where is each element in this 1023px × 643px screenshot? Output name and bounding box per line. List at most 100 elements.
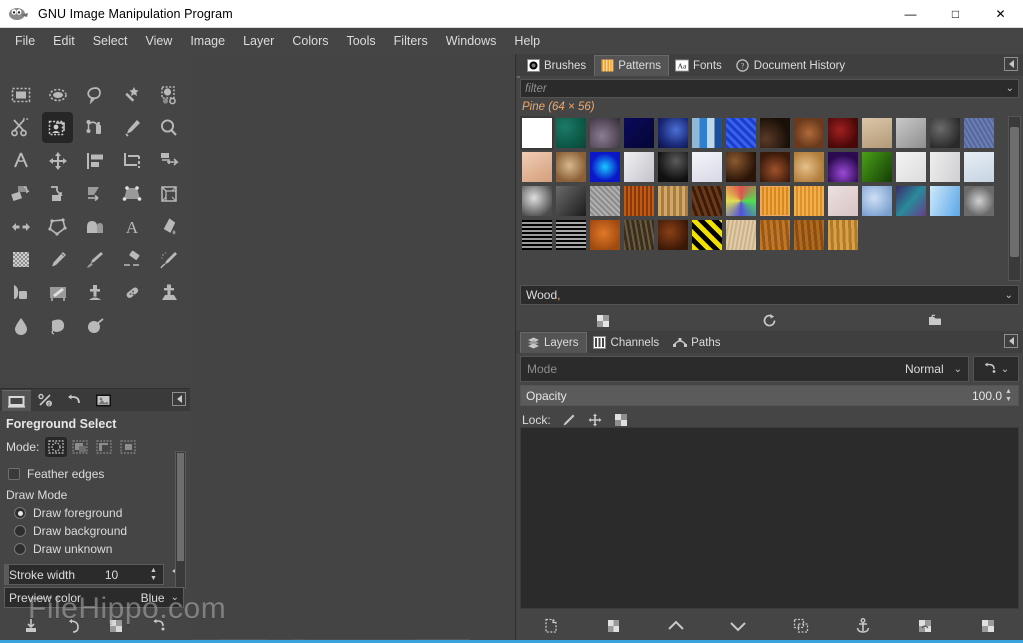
tool-options-scrollbar[interactable] — [175, 451, 186, 589]
menu-colors[interactable]: Colors — [283, 30, 337, 52]
patterns-grid[interactable] — [520, 116, 996, 281]
menu-edit[interactable]: Edit — [44, 30, 84, 52]
measure-tool[interactable] — [2, 144, 39, 177]
tab-undo-history[interactable] — [60, 390, 89, 411]
pattern-swatch[interactable] — [520, 116, 554, 150]
add-layer-mask-button[interactable] — [913, 615, 937, 637]
menu-select[interactable]: Select — [84, 30, 137, 52]
pencil-tool[interactable] — [39, 243, 76, 276]
unified-transform-tool[interactable] — [150, 144, 187, 177]
pattern-swatch[interactable] — [588, 116, 622, 150]
menu-help[interactable]: Help — [505, 30, 549, 52]
free-select-tool[interactable] — [76, 78, 113, 111]
save-tool-preset-button[interactable] — [20, 615, 42, 637]
ink-tool[interactable] — [2, 276, 39, 309]
pattern-swatch[interactable] — [860, 116, 894, 150]
pattern-swatch[interactable] — [758, 218, 792, 252]
pattern-swatch[interactable] — [962, 184, 996, 218]
foreground-select-tool[interactable] — [39, 111, 76, 144]
mypaint-brush-tool[interactable] — [39, 276, 76, 309]
draw-background-radio[interactable] — [14, 525, 26, 537]
pattern-swatch[interactable] — [792, 150, 826, 184]
tab-images[interactable] — [89, 390, 118, 411]
pattern-swatch[interactable] — [520, 184, 554, 218]
pattern-swatch[interactable] — [724, 150, 758, 184]
bucket-fill-tool[interactable] — [150, 210, 187, 243]
text-tool[interactable]: A — [113, 210, 150, 243]
pattern-swatch[interactable] — [962, 116, 996, 150]
menu-file[interactable]: File — [6, 30, 44, 52]
dodge-burn-tool[interactable] — [76, 309, 113, 342]
pattern-swatch[interactable] — [690, 184, 724, 218]
pattern-swatch[interactable] — [724, 116, 758, 150]
tab-device-status[interactable]: 0 — [31, 390, 60, 411]
pattern-swatch[interactable] — [826, 184, 860, 218]
alignment-tool[interactable] — [76, 144, 113, 177]
pattern-swatch[interactable] — [656, 184, 690, 218]
mode-replace-button[interactable] — [45, 437, 67, 457]
pattern-swatch[interactable] — [826, 150, 860, 184]
crop-tool[interactable] — [113, 144, 150, 177]
pattern-swatch[interactable] — [792, 184, 826, 218]
pattern-swatch[interactable] — [554, 184, 588, 218]
pattern-swatch[interactable] — [690, 150, 724, 184]
pattern-swatch[interactable] — [656, 116, 690, 150]
patterns-scrollbar[interactable] — [1008, 116, 1021, 281]
chevron-down-icon[interactable]: ⌄ — [1005, 290, 1013, 301]
tab-patterns[interactable]: Patterns — [594, 55, 669, 76]
tab-fonts[interactable]: Aa Fonts — [669, 55, 730, 76]
menu-image[interactable]: Image — [181, 30, 234, 52]
reset-tool-options-button[interactable] — [148, 615, 170, 637]
maximize-button[interactable]: □ — [933, 0, 978, 28]
mode-subtract-button[interactable] — [93, 437, 115, 457]
pattern-swatch[interactable] — [622, 218, 656, 252]
raise-layer-button[interactable] — [664, 615, 688, 637]
scissors-select-tool[interactable] — [2, 111, 39, 144]
tool-options-menu-button[interactable] — [172, 392, 186, 406]
layer-opacity-stepper[interactable]: ▲▼ — [1005, 388, 1016, 404]
tab-document-history[interactable]: ? Document History — [730, 55, 853, 76]
pattern-swatch[interactable] — [588, 184, 622, 218]
new-layer-group-button[interactable] — [602, 615, 626, 637]
select-by-color-tool[interactable] — [150, 78, 187, 111]
close-button[interactable]: ✕ — [978, 0, 1023, 28]
image-canvas-area[interactable] — [190, 54, 515, 639]
menu-tools[interactable]: Tools — [337, 30, 384, 52]
blur-sharpen-tool[interactable] — [2, 309, 39, 342]
pattern-swatch[interactable] — [826, 116, 860, 150]
new-layer-button[interactable] — [539, 615, 563, 637]
chevron-down-icon[interactable]: ⌄ — [171, 592, 179, 603]
open-pattern-as-image-button[interactable] — [924, 310, 948, 332]
tab-channels[interactable]: Channels — [587, 332, 668, 353]
flip-tool[interactable] — [2, 210, 39, 243]
pattern-tag-input[interactable]: Wood, ⌄ — [520, 285, 1019, 305]
pattern-swatch[interactable] — [622, 150, 656, 184]
stroke-width-stepper[interactable]: ▲▼ — [150, 567, 161, 583]
stroke-width-slider[interactable]: Stroke width 10 ▲▼ — [4, 564, 164, 585]
pattern-swatch[interactable] — [554, 116, 588, 150]
patterns-menu-button[interactable] — [1004, 57, 1018, 71]
tab-brushes[interactable]: Brushes — [520, 55, 594, 76]
pattern-swatch[interactable] — [860, 150, 894, 184]
refresh-patterns-button[interactable] — [757, 310, 781, 332]
lock-alpha-button[interactable] — [613, 412, 629, 428]
ellipse-select-tool[interactable] — [39, 78, 76, 111]
gradient-tool[interactable] — [2, 243, 39, 276]
duplicate-layer-button[interactable] — [789, 615, 813, 637]
restore-tool-preset-button[interactable] — [63, 615, 85, 637]
move-tool[interactable] — [39, 144, 76, 177]
delete-layer-button[interactable] — [976, 615, 1000, 637]
draw-unknown-radio[interactable] — [14, 543, 26, 555]
pattern-swatch[interactable] — [758, 116, 792, 150]
pattern-swatch[interactable] — [588, 218, 622, 252]
pattern-swatch[interactable] — [554, 150, 588, 184]
heal-tool[interactable] — [113, 276, 150, 309]
shear-tool[interactable] — [76, 177, 113, 210]
draw-background-row[interactable]: Draw background — [0, 522, 190, 540]
layers-menu-button[interactable] — [1004, 334, 1018, 348]
color-picker-tool[interactable] — [113, 111, 150, 144]
patterns-filter-input[interactable]: filter ⌄ — [520, 79, 1019, 98]
warp-transform-tool[interactable] — [76, 210, 113, 243]
pattern-swatch[interactable] — [656, 150, 690, 184]
lock-position-button[interactable] — [587, 412, 603, 428]
